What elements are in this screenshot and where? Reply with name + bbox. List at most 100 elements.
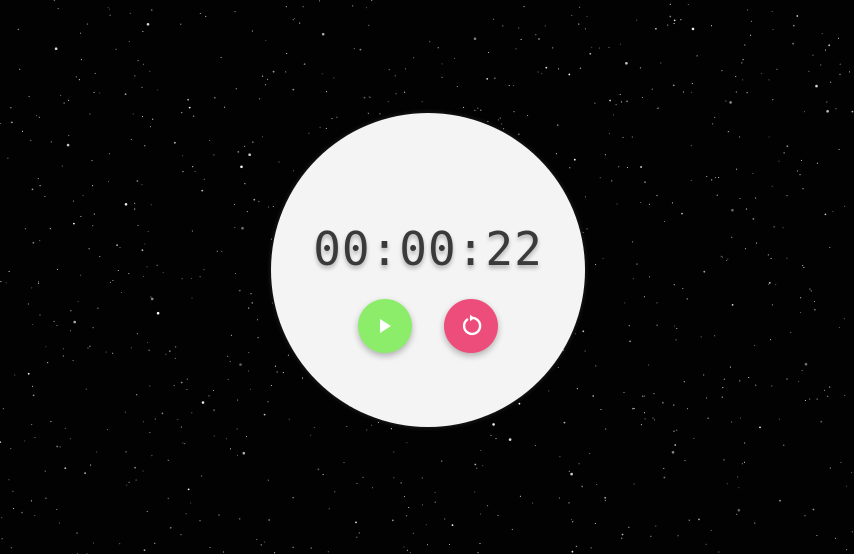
star: [669, 3, 671, 5]
star: [32, 323, 34, 326]
star: [720, 255, 722, 257]
star: [434, 501, 436, 503]
star: [230, 334, 232, 336]
star: [260, 544, 262, 546]
star: [294, 18, 296, 20]
star: [234, 272, 237, 275]
star: [152, 118, 154, 120]
star: [406, 549, 409, 551]
star: [618, 166, 620, 168]
star: [203, 269, 205, 271]
star: [558, 497, 560, 499]
star: [370, 424, 373, 426]
star: [157, 89, 159, 91]
star: [92, 327, 94, 329]
star: [746, 92, 748, 94]
star: [640, 424, 642, 426]
star: [225, 438, 227, 440]
star: [650, 535, 652, 537]
star: [128, 273, 130, 275]
star: [813, 300, 816, 303]
star: [643, 412, 646, 414]
star: [365, 7, 368, 9]
star: [786, 195, 788, 197]
star: [2, 408, 4, 410]
star: [726, 483, 728, 485]
star: [45, 346, 47, 348]
star: [559, 456, 561, 458]
star: [334, 491, 336, 493]
star: [116, 244, 118, 247]
star: [247, 370, 250, 372]
star: [604, 496, 607, 499]
star: [476, 467, 478, 469]
star: [10, 107, 12, 109]
star: [270, 384, 273, 387]
star: [368, 96, 370, 98]
star: [815, 84, 818, 88]
star: [837, 37, 839, 39]
star: [149, 385, 151, 387]
star: [75, 76, 77, 78]
reset-button[interactable]: [444, 299, 498, 353]
star: [268, 519, 271, 521]
star: [441, 63, 443, 65]
play-button[interactable]: [358, 299, 412, 353]
star: [487, 120, 489, 122]
star: [570, 519, 572, 521]
star: [772, 99, 774, 101]
star: [391, 519, 394, 522]
star: [27, 372, 30, 375]
star: [718, 176, 720, 179]
star: [72, 200, 75, 202]
star: [128, 40, 130, 43]
star: [743, 461, 746, 463]
reset-icon: [462, 314, 482, 336]
star: [409, 551, 411, 553]
star: [721, 70, 723, 72]
star: [185, 513, 187, 515]
star: [480, 449, 482, 452]
star: [203, 178, 205, 180]
star: [621, 537, 623, 539]
star: [778, 160, 780, 162]
star: [669, 15, 672, 18]
star: [804, 362, 808, 366]
star: [238, 289, 241, 292]
star: [568, 73, 571, 76]
star: [706, 175, 708, 177]
star: [534, 445, 536, 447]
star: [220, 56, 222, 59]
star: [325, 127, 327, 129]
star: [182, 155, 184, 157]
star: [572, 521, 574, 523]
star: [731, 236, 733, 238]
star: [201, 401, 205, 404]
star: [816, 398, 818, 400]
star: [292, 546, 294, 548]
star: [680, 19, 682, 21]
star: [497, 514, 499, 516]
star: [518, 402, 521, 405]
star: [136, 394, 138, 396]
star: [652, 417, 654, 419]
star: [520, 38, 522, 40]
star: [848, 71, 851, 73]
star: [687, 4, 689, 6]
star: [810, 290, 812, 292]
star: [253, 198, 256, 201]
star: [573, 158, 576, 161]
star: [761, 73, 763, 75]
star: [229, 448, 232, 450]
star: [613, 114, 615, 116]
star: [292, 497, 294, 499]
star: [707, 417, 709, 419]
star: [786, 145, 789, 148]
star: [752, 218, 755, 220]
star: [149, 70, 151, 72]
star: [569, 167, 571, 169]
star: [739, 197, 741, 199]
star: [66, 143, 70, 147]
star: [285, 71, 287, 73]
star: [508, 438, 512, 441]
